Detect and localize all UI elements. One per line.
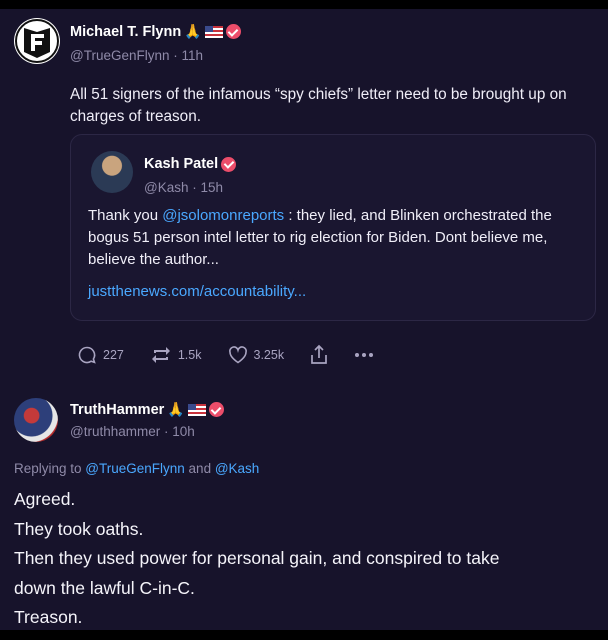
- mention-link[interactable]: @TrueGenFlynn: [85, 461, 185, 476]
- author-name[interactable]: TruthHammer: [70, 402, 164, 418]
- post-actions: 227 1.5k 3.25k: [77, 344, 400, 366]
- quote-body: Thank you @jsolomonreports : they lied, …: [88, 205, 583, 271]
- retruth-count: 1.5k: [177, 348, 202, 362]
- quote-author-name[interactable]: Kash Patel: [144, 156, 218, 172]
- like-button[interactable]: 3.25k: [228, 346, 285, 364]
- author-handle[interactable]: @truthhammer · 10h: [70, 424, 195, 439]
- us-flag-icon: [204, 25, 223, 38]
- author-name[interactable]: Michael T. Flynn: [70, 24, 181, 40]
- mention-link[interactable]: @jsolomonreports: [162, 207, 284, 224]
- replying-and: and: [184, 461, 215, 476]
- bottom-border: [0, 630, 608, 640]
- praying-hands-icon: 🙏: [184, 23, 202, 39]
- reply-count: 227: [103, 348, 124, 362]
- post-body: All 51 signers of the infamous “spy chie…: [70, 86, 567, 125]
- quote-author-handle[interactable]: @Kash · 15h: [144, 180, 223, 195]
- verified-badge-icon: [225, 24, 241, 39]
- body-line: Then they used power for personal gain, …: [14, 548, 500, 568]
- article-link[interactable]: justthenews.com/accountability...: [88, 283, 306, 300]
- body-line: They took oaths.: [14, 518, 144, 539]
- more-options-button[interactable]: [354, 352, 374, 358]
- reply-button[interactable]: 227: [77, 345, 124, 365]
- top-border: [0, 0, 608, 9]
- replying-prefix: Replying to: [14, 461, 86, 476]
- avatar[interactable]: [14, 18, 60, 64]
- body-line: Treason.: [14, 607, 83, 627]
- praying-hands-icon: 🙏: [167, 401, 185, 417]
- mention-link[interactable]: @Kash: [215, 461, 259, 476]
- ellipsis-icon: [355, 353, 374, 357]
- retruth-button[interactable]: 1.5k: [150, 345, 202, 365]
- body-line: Agreed.: [14, 489, 76, 509]
- body-line: down the lawful C-in-C.: [14, 577, 195, 598]
- reply-bubble-icon: [78, 346, 96, 364]
- flynn-logo-icon: [15, 19, 59, 63]
- quote-author-name-row[interactable]: Kash Patel: [144, 156, 237, 172]
- retruth-icon: [151, 347, 170, 363]
- verified-badge-icon: [221, 156, 237, 172]
- avatar[interactable]: [14, 398, 58, 442]
- avatar[interactable]: [91, 151, 133, 193]
- quoted-post[interactable]: Kash Patel @Kash · 15h Thank you @jsolom…: [70, 134, 596, 321]
- author-name-row[interactable]: TruthHammer 🙏: [70, 401, 224, 418]
- verified-badge-icon: [208, 402, 224, 417]
- replying-to: Replying to @TrueGenFlynn and @Kash: [14, 461, 259, 476]
- quote-body-pre: Thank you: [88, 207, 163, 224]
- post-body: Agreed. They took oaths. Then they used …: [14, 485, 499, 633]
- like-count: 3.25k: [253, 348, 285, 362]
- share-button[interactable]: [310, 344, 328, 366]
- heart-icon: [228, 346, 247, 364]
- share-icon: [311, 344, 327, 364]
- author-name-row[interactable]: Michael T. Flynn 🙏: [70, 23, 241, 40]
- us-flag-icon: [187, 403, 206, 416]
- author-handle[interactable]: @TrueGenFlynn · 11h: [70, 48, 203, 63]
